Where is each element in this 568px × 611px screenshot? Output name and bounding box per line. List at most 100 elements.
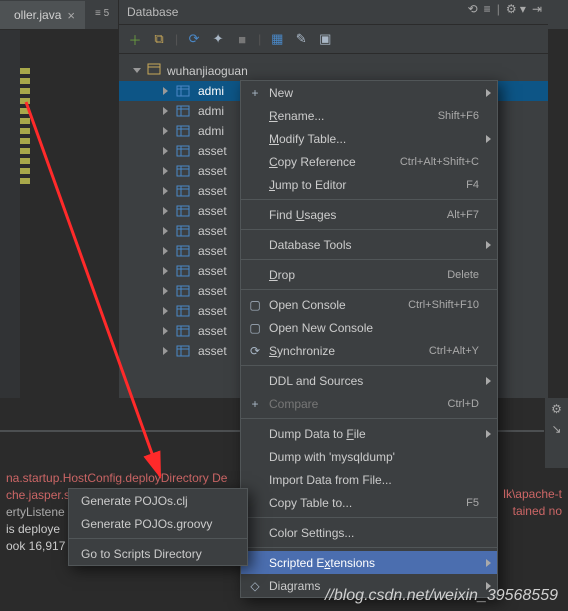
chevron-right-icon: [486, 430, 491, 438]
tab-label: oller.java: [14, 8, 61, 22]
submenu-item[interactable]: Generate POJOs.groovy: [69, 512, 247, 535]
filter-icon[interactable]: ≡: [484, 2, 491, 16]
menu-item[interactable]: Dump with 'mysqldump': [241, 445, 497, 468]
chevron-right-icon: [486, 135, 491, 143]
menu-item[interactable]: ⟳SynchronizeCtrl+Alt+Y: [241, 339, 497, 362]
menu-item-shortcut: Ctrl+Alt+Y: [429, 345, 479, 357]
chevron-right-icon[interactable]: [163, 187, 168, 195]
menu-item[interactable]: DDL and Sources: [241, 369, 497, 392]
menu-item-label: Find Usages: [269, 208, 336, 222]
table-icon: [176, 264, 190, 278]
table-icon: [176, 284, 190, 298]
close-icon[interactable]: ×: [67, 8, 75, 23]
panel-title: Database: [127, 5, 178, 19]
menu-item[interactable]: Copy Table to...F5: [241, 491, 497, 514]
menu-item-shortcut: Ctrl+D: [448, 398, 479, 410]
chevron-right-icon[interactable]: [163, 107, 168, 115]
chevron-right-icon[interactable]: [163, 287, 168, 295]
menu-item[interactable]: DropDelete: [241, 263, 497, 286]
chevron-right-icon[interactable]: [163, 267, 168, 275]
table-label: asset: [198, 344, 227, 358]
menu-item[interactable]: Scripted Extensions: [241, 551, 497, 574]
menu-item[interactable]: Import Data from File...: [241, 468, 497, 491]
menu-item[interactable]: Dump Data to File: [241, 422, 497, 445]
duplicate-icon[interactable]: ⧉: [151, 31, 167, 47]
menu-item-shortcut: F4: [466, 179, 479, 191]
chevron-right-icon[interactable]: [163, 147, 168, 155]
menu-item-icon: ▢: [247, 298, 263, 312]
menu-item-label: Open New Console: [269, 321, 373, 335]
table-label: asset: [198, 264, 227, 278]
submenu-item[interactable]: Go to Scripts Directory: [69, 542, 247, 565]
menu-item[interactable]: Copy ReferenceCtrl+Alt+Shift+C: [241, 150, 497, 173]
menu-item[interactable]: Jump to EditorF4: [241, 173, 497, 196]
menu-item-shortcut: F5: [466, 497, 479, 509]
add-icon[interactable]: ＋: [127, 31, 143, 47]
layout-icon[interactable]: ↘: [551, 422, 561, 436]
chevron-right-icon: [486, 559, 491, 567]
watermark: //blog.csdn.net/weixin_39568559: [325, 587, 558, 605]
loop-icon[interactable]: ⟲: [468, 2, 478, 16]
database-icon: [147, 62, 161, 79]
menu-item-shortcut: Ctrl+Shift+F10: [408, 299, 479, 311]
menu-item[interactable]: Rename... Shift+F6: [241, 104, 497, 127]
menu-item-label: Rename...: [269, 109, 324, 123]
chevron-right-icon[interactable]: [163, 247, 168, 255]
menu-item-icon: ▢: [247, 321, 263, 335]
menu-item[interactable]: Color Settings...: [241, 521, 497, 544]
menu-item-label: Dump with 'mysqldump': [269, 450, 395, 464]
table-view-icon[interactable]: ▦: [269, 31, 285, 47]
scripted-extensions-submenu: Generate POJOs.clj Generate POJOs.groovy…: [68, 488, 248, 566]
console-icon[interactable]: ▣: [317, 31, 333, 47]
menu-item-label: Synchronize: [269, 344, 335, 358]
menu-item: +CompareCtrl+D: [241, 392, 497, 415]
run-strip: ⚙ ↘: [544, 398, 568, 468]
settings-small-icon[interactable]: ⚙: [551, 402, 562, 416]
menu-item[interactable]: Find UsagesAlt+F7: [241, 203, 497, 226]
chevron-right-icon[interactable]: [163, 307, 168, 315]
chevron-right-icon[interactable]: [163, 227, 168, 235]
table-icon: [176, 144, 190, 158]
chevron-right-icon[interactable]: [163, 347, 168, 355]
table-label: asset: [198, 224, 227, 238]
chevron-right-icon[interactable]: [163, 167, 168, 175]
table-label: admi: [198, 124, 224, 138]
table-icon: [176, 224, 190, 238]
menu-item[interactable]: Database Tools: [241, 233, 497, 256]
tab-ruler: ≡ 5: [95, 8, 109, 19]
context-menu: + New Rename... Shift+F6 Modify Table... Copy…: [240, 80, 498, 598]
menu-item[interactable]: Modify Table...: [241, 127, 497, 150]
table-label: asset: [198, 284, 227, 298]
chevron-right-icon[interactable]: [163, 327, 168, 335]
menu-item-icon: +: [247, 86, 263, 100]
gear-icon[interactable]: ⚙ ▾: [506, 2, 526, 16]
menu-item-label: New: [269, 86, 293, 100]
stop-icon[interactable]: ■: [234, 31, 250, 47]
menu-item-label: Open Console: [269, 298, 346, 312]
menu-item[interactable]: ▢ Open Console Ctrl+Shift+F10: [241, 293, 497, 316]
database-toolbar: ＋ ⧉ | ⟳ ✦ ■ | ▦ ✎ ▣: [119, 24, 548, 54]
chevron-right-icon[interactable]: [163, 87, 168, 95]
synchronize-icon[interactable]: ✦: [210, 31, 226, 47]
minimize-icon[interactable]: ⇥: [532, 2, 542, 16]
table-label: asset: [198, 144, 227, 158]
menu-item-label: Copy Reference: [269, 155, 356, 169]
table-icon: [176, 304, 190, 318]
chevron-right-icon: [486, 241, 491, 249]
chevron-right-icon[interactable]: [163, 207, 168, 215]
edit-icon[interactable]: ✎: [293, 31, 309, 47]
chevron-down-icon[interactable]: [133, 68, 141, 73]
menu-item-label: Modify Table...: [269, 132, 346, 146]
database-node[interactable]: wuhanjiaoguan: [119, 60, 548, 81]
menu-item[interactable]: + New: [241, 81, 497, 104]
menu-item-shortcut: Shift+F6: [438, 110, 479, 122]
console-tail: lk\apache-t tained no: [503, 486, 562, 520]
menu-item[interactable]: ▢ Open New Console: [241, 316, 497, 339]
table-label: admi: [198, 104, 224, 118]
editor-tab[interactable]: oller.java ×: [0, 1, 85, 29]
refresh-icon[interactable]: ⟳: [186, 31, 202, 47]
chevron-right-icon[interactable]: [163, 127, 168, 135]
menu-item-label: Dump Data to File: [269, 427, 366, 441]
submenu-item[interactable]: Generate POJOs.clj: [69, 489, 247, 512]
table-icon: [176, 244, 190, 258]
